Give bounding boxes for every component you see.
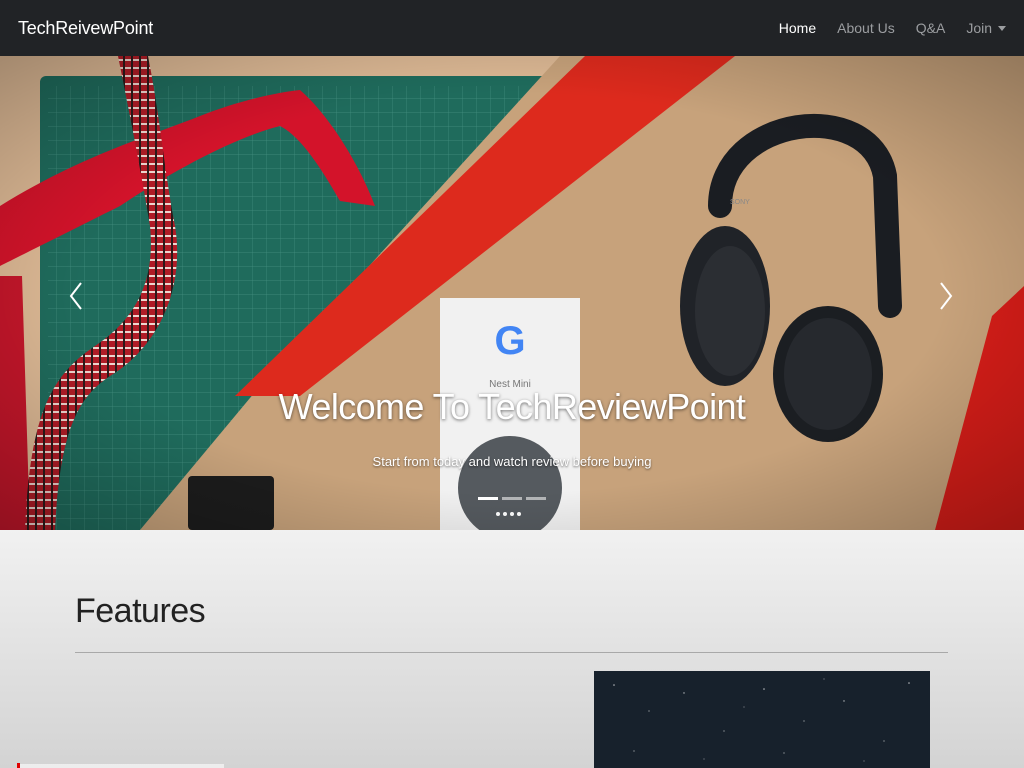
- starfield-image: [594, 671, 930, 768]
- carousel-prev-button[interactable]: [56, 276, 96, 316]
- nav-qa[interactable]: Q&A: [916, 20, 946, 36]
- carousel-indicator-1[interactable]: [478, 497, 498, 500]
- chevron-left-icon: [69, 282, 82, 310]
- hero-carousel: G Nest Mini SONY Welcome To TechReviewPo…: [0, 56, 1024, 530]
- carousel-indicators: [0, 497, 1024, 500]
- carousel-caption: Welcome To TechReviewPoint Start from to…: [0, 386, 1024, 469]
- video-progress-bar[interactable]: [17, 764, 224, 768]
- features-section: Features: [0, 530, 1024, 768]
- carousel-indicator-3[interactable]: [526, 497, 546, 500]
- caret-down-icon: [998, 25, 1006, 31]
- feature-image: [594, 671, 930, 768]
- chevron-right-icon: [940, 282, 953, 310]
- hero-subtitle: Start from today and watch review before…: [372, 454, 652, 469]
- carousel-indicator-2[interactable]: [502, 497, 522, 500]
- nav-links: Home About Us Q&A Join: [758, 20, 1006, 36]
- nav-about-us[interactable]: About Us: [837, 20, 895, 36]
- brand-link[interactable]: TechReivewPoint: [18, 18, 153, 39]
- carousel-next-button[interactable]: [926, 276, 966, 316]
- nav-join-dropdown[interactable]: Join: [966, 20, 1006, 36]
- nav-home[interactable]: Home: [779, 20, 816, 36]
- hero-title: Welcome To TechReviewPoint: [278, 386, 746, 427]
- video-progress-marker: [17, 763, 20, 768]
- features-heading: Features: [75, 592, 206, 630]
- nav-join-label: Join: [966, 20, 992, 36]
- features-divider: [75, 652, 948, 653]
- navbar: TechReivewPoint Home About Us Q&A Join: [0, 0, 1024, 56]
